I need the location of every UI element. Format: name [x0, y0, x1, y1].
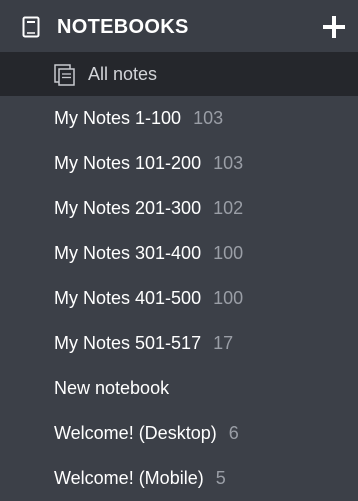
all-notes-item[interactable]: All notes [0, 52, 358, 96]
notebook-item[interactable]: My Notes 1-100 103 [0, 96, 358, 141]
notebook-name: My Notes 1-100 [54, 108, 182, 128]
notebook-item[interactable]: New notebook [0, 366, 358, 411]
notebook-name: My Notes 201-300 [54, 198, 202, 218]
notebook-item[interactable]: My Notes 401-500 100 [0, 276, 358, 321]
notebook-item[interactable]: Welcome! (Desktop) 6 [0, 411, 358, 456]
notebook-name: My Notes 401-500 [54, 288, 202, 308]
note-count: 5 [215, 468, 226, 488]
notebook-name: My Notes 101-200 [54, 153, 202, 173]
notebook-icon [22, 16, 40, 38]
notebook-list: My Notes 1-100 103 My Notes 101-200 103 … [0, 96, 358, 501]
note-count: 102 [213, 198, 244, 218]
notebook-item[interactable]: My Notes 501-517 17 [0, 321, 358, 366]
note-count: 17 [213, 333, 234, 353]
notebook-name: My Notes 301-400 [54, 243, 202, 263]
note-count: 103 [213, 153, 244, 173]
notebook-name: Welcome! (Mobile) [54, 468, 204, 488]
notebook-name: My Notes 501-517 [54, 333, 202, 353]
notebook-name: New notebook [54, 378, 170, 398]
notes-stack-icon [54, 64, 75, 86]
page-title: NOTEBOOKS [57, 16, 189, 38]
all-notes-label: All notes [88, 64, 158, 84]
add-notebook-button[interactable] [322, 15, 346, 39]
notebooks-header: NOTEBOOKS [0, 0, 358, 52]
notebook-item[interactable]: My Notes 201-300 102 [0, 186, 358, 231]
notebook-item[interactable]: My Notes 101-200 103 [0, 141, 358, 186]
note-count: 6 [228, 423, 239, 443]
note-count: 100 [213, 243, 244, 263]
notebook-item[interactable]: Welcome! (Mobile) 5 [0, 456, 358, 501]
note-count: 100 [213, 288, 244, 308]
notebook-name: Welcome! (Desktop) [54, 423, 217, 443]
notebook-item[interactable]: My Notes 301-400 100 [0, 231, 358, 276]
note-count: 103 [193, 108, 224, 128]
